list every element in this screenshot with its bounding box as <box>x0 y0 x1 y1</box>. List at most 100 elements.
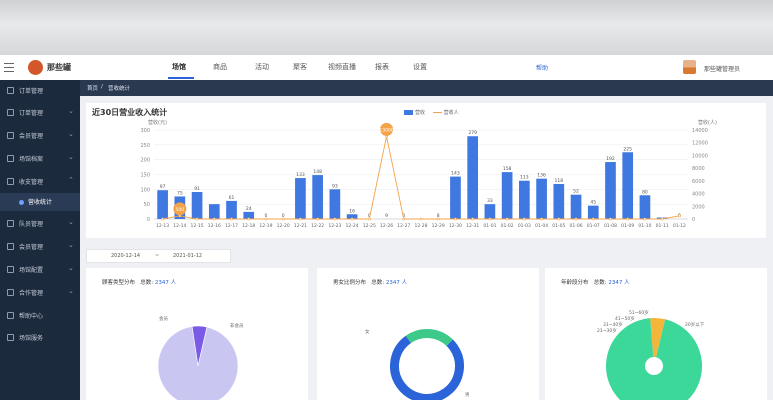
x-tick-label: 12-13 <box>156 223 169 229</box>
order-icon <box>7 87 14 94</box>
bar-data-label: 91 <box>194 186 200 192</box>
pin-marker-label: 500 <box>176 207 185 213</box>
customer-type-panel: 顾客类型分布 总数: 2347 人 会员 非会员 <box>86 268 308 400</box>
bar <box>450 176 461 219</box>
member-icon <box>7 132 14 139</box>
sidebar-item-1[interactable]: 订单管理 ⌄ <box>0 104 80 122</box>
sidebar-item-11[interactable]: 场馆服务 <box>0 329 80 347</box>
date-end[interactable]: 2021-01-12 <box>173 253 202 259</box>
left-tick-label: 50 <box>144 202 150 208</box>
service-icon <box>7 334 14 341</box>
sidebar-item-4[interactable]: 收支管理 ⌃ <box>0 173 80 191</box>
sidebar-item-label: 订单管理 <box>19 110 44 117</box>
line-point <box>540 217 543 221</box>
bar <box>536 178 547 219</box>
date-range-picker[interactable]: 2020-12-14 ~ 2021-01-12 <box>86 249 231 263</box>
line-point <box>488 217 492 221</box>
chevron-down-icon: ⌄ <box>68 287 74 295</box>
bar <box>191 192 203 219</box>
sidebar-item-0[interactable]: 订单管理 <box>0 82 80 100</box>
bar <box>295 178 306 219</box>
chevron-up-icon: ⌃ <box>68 176 74 184</box>
line-point <box>609 217 612 221</box>
bar <box>587 205 599 219</box>
line-point <box>367 217 371 221</box>
nav-item-goods[interactable]: 商品 <box>213 62 227 72</box>
breadcrumb-home[interactable]: 首页 <box>87 84 98 92</box>
line-point <box>522 217 526 221</box>
sidebar-item-label: 帮助中心 <box>19 313 44 320</box>
menu-toggle-icon[interactable] <box>4 63 14 72</box>
member-icon <box>7 243 14 250</box>
line-point <box>454 217 457 221</box>
pin-marker-label: 13000 <box>379 127 393 133</box>
bar-data-label: 97 <box>160 184 166 190</box>
avatar[interactable] <box>683 60 696 74</box>
bar <box>484 204 496 219</box>
sidebar-item-9[interactable]: 合作管理 ⌄ <box>0 284 80 302</box>
gender-panel: 男女比例分布 总数: 2347 人 女 男 <box>317 268 539 400</box>
line-point <box>299 217 302 221</box>
bar-data-label: 52 <box>573 189 579 195</box>
logo-icon <box>28 60 43 75</box>
x-tick-label: 12-27 <box>397 223 410 229</box>
line-point <box>264 217 268 221</box>
revenue-chart: 0 50 100 150 200 250 300 0 2000 4000 6000 8000 10000… <box>140 122 708 229</box>
x-tick-label: 01-08 <box>604 223 617 229</box>
sidebar-item-3[interactable]: 场馆档案 ⌄ <box>0 150 80 168</box>
gender-donut <box>390 329 464 400</box>
x-tick-label: 01-02 <box>501 223 514 229</box>
bar-data-label: 225 <box>623 146 632 152</box>
sidebar-item-10[interactable]: 帮助中心 <box>0 307 80 325</box>
chevron-down-icon: ⌄ <box>68 218 74 226</box>
bar-data-label: 93 <box>332 183 338 189</box>
bar <box>622 152 634 219</box>
left-tick-label: 300 <box>140 128 150 134</box>
x-tick-label: 12-28 <box>414 223 427 229</box>
bar <box>157 190 168 219</box>
sidebar-item-6[interactable]: 队员管理 ⌄ <box>0 215 80 233</box>
bar-data-label: 9 <box>385 213 388 219</box>
line-point <box>660 217 664 221</box>
nav-item-settings[interactable]: 设置 <box>413 62 427 72</box>
date-start[interactable]: 2020-12-14 <box>111 253 140 259</box>
x-tick-label: 12-17 <box>225 223 238 229</box>
line-point <box>281 217 285 221</box>
nav-item-customers[interactable]: 聚客 <box>293 62 307 72</box>
config-icon <box>7 266 14 273</box>
bar <box>208 204 220 219</box>
help-link[interactable]: 帮助 <box>536 63 548 72</box>
right-tick-label: 12000 <box>692 141 708 147</box>
nav-item-reports[interactable]: 报表 <box>375 62 389 72</box>
line-point <box>350 217 354 221</box>
x-tick-label: 12-14 <box>173 223 186 229</box>
sidebar-item-2[interactable]: 会员管理 ⌄ <box>0 127 80 145</box>
nav-active-indicator <box>168 77 194 79</box>
bar-data-label: 148 <box>313 169 322 175</box>
nav-item-activity[interactable]: 活动 <box>255 62 269 72</box>
x-tick-label: 12-21 <box>294 223 307 229</box>
username[interactable]: 那些罐管理员 <box>704 64 740 73</box>
x-tick-label: 01-12 <box>673 223 686 229</box>
left-tick-label: 100 <box>140 187 150 193</box>
sidebar-item-label: 收支管理 <box>19 179 44 186</box>
sidebar-item-8[interactable]: 场馆配置 ⌄ <box>0 261 80 279</box>
nav-item-live[interactable]: 视频直播 <box>328 62 356 72</box>
bar-data-label: 143 <box>451 171 460 177</box>
logo-text: 那些罐 <box>47 63 71 72</box>
line-point <box>677 214 681 218</box>
chevron-down-icon: ⌄ <box>68 107 74 115</box>
team-icon <box>7 220 14 227</box>
left-tick-label: 150 <box>140 173 150 179</box>
nav-item-venue[interactable]: 场馆 <box>172 62 186 72</box>
left-tick-label: 0 <box>147 217 150 223</box>
right-tick-label: 2000 <box>692 204 705 210</box>
revenue-chart-card: 近30日营业收入统计 营收 营收人 营收(元) 营收(人) 0 50 100 150 2… <box>86 103 766 238</box>
bar-data-label: 136 <box>537 173 546 179</box>
right-tick-label: 4000 <box>692 192 705 198</box>
sidebar-item-7[interactable]: 会员管理 ⌄ <box>0 238 80 256</box>
x-tick-label: 12-24 <box>346 223 359 229</box>
bar <box>501 172 513 219</box>
line-point <box>643 217 647 221</box>
sidebar-subitem-revenue[interactable]: 营收统计 <box>0 193 80 211</box>
